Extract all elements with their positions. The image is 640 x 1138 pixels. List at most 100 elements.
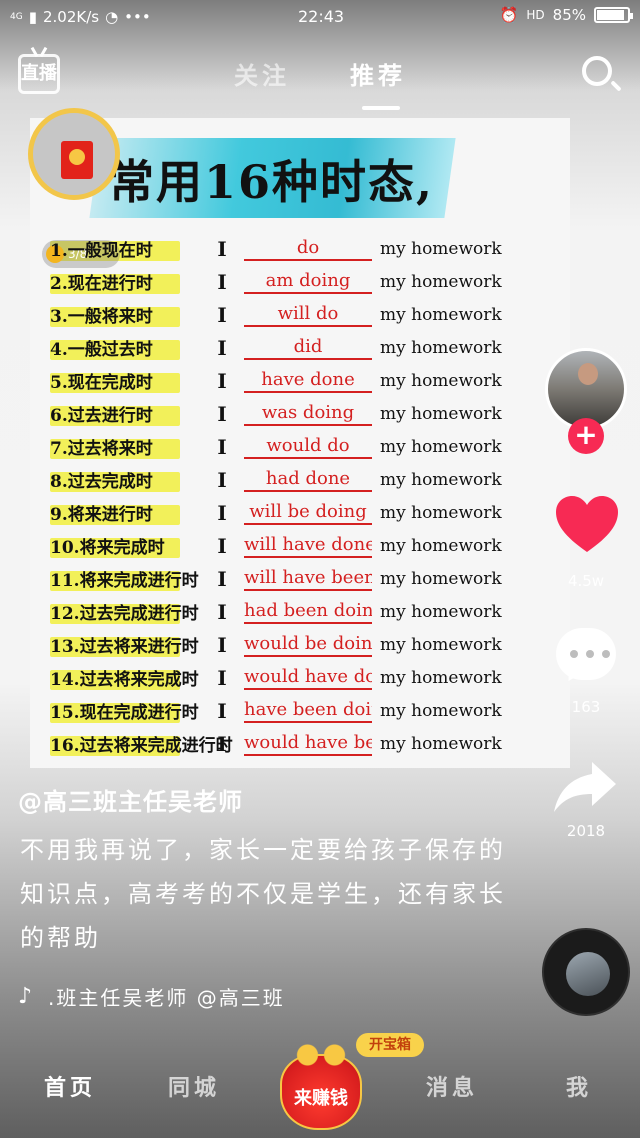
tense-name-text: 11.将来完成进行时 <box>50 571 199 591</box>
earn-button[interactable]: 来赚钱 <box>280 1044 362 1132</box>
tense-verb: would have done <box>244 666 372 690</box>
video-title: 常用16种时态, <box>108 155 435 209</box>
hd-indicator: HD <box>526 8 545 22</box>
tense-subject: I <box>217 401 227 426</box>
tense-row: 8.过去完成时 Ihad done my homework <box>50 463 560 496</box>
tense-verb: will have done <box>244 534 372 558</box>
top-nav: 直播 关注 推荐 <box>0 42 640 112</box>
tense-name: 3.一般将来时 <box>50 302 200 327</box>
tense-subject: I <box>217 533 227 558</box>
author-name[interactable]: @高三班主任吴老师 <box>18 782 243 817</box>
net-speed: 2.02K/s <box>42 8 100 26</box>
tense-row: 6.过去进行时 Iwas doing my homework <box>50 397 560 430</box>
tense-verb: will do <box>244 303 372 327</box>
tense-verb: have been doing <box>244 699 372 723</box>
tense-name-text: 14.过去将来完成时 <box>50 670 199 690</box>
more-dots: ••• <box>124 8 151 26</box>
tense-name-text: 12.过去完成进行时 <box>50 604 199 624</box>
tense-name-text: 5.现在完成时 <box>50 373 153 393</box>
music-row[interactable]: ♪ .班主任吴老师 @高三班 <box>18 982 285 1011</box>
tense-row: 2.现在进行时 Iam doing my homework <box>50 265 560 298</box>
status-time: 22:43 <box>298 7 345 26</box>
nav-messages[interactable]: 消息 <box>426 1070 478 1102</box>
tense-subject: I <box>217 467 227 492</box>
tense-object: my homework <box>380 502 502 523</box>
tense-name: 11.将来完成进行时 <box>50 566 200 591</box>
tense-name-text: 13.过去将来进行时 <box>50 637 199 657</box>
red-packet-timer[interactable] <box>28 108 120 200</box>
like-count: 4.5w <box>567 572 605 590</box>
tense-row: 3.一般将来时 Iwill do my homework <box>50 298 560 331</box>
tense-name: 16.过去将来完成进行时 <box>50 731 233 756</box>
tense-subject: I <box>217 632 227 657</box>
tense-subject: I <box>217 236 227 261</box>
comment-count: 163 <box>571 698 601 716</box>
tense-verb: did <box>244 336 372 360</box>
tense-name: 10.将来完成时 <box>50 533 200 558</box>
tense-name: 14.过去将来完成时 <box>50 665 200 690</box>
follow-button[interactable]: + <box>568 418 604 454</box>
search-icon[interactable] <box>582 56 612 86</box>
earn-label: 来赚钱 <box>294 1088 348 1109</box>
treasure-badge[interactable]: 开宝箱 <box>356 1033 424 1057</box>
tense-row: 9.将来进行时 Iwill be doing my homework <box>50 496 560 529</box>
tense-subject: I <box>217 698 227 723</box>
tense-object: my homework <box>380 304 502 325</box>
tense-object: my homework <box>380 238 502 259</box>
tense-row: 10.将来完成时 Iwill have done my homework <box>50 529 560 562</box>
tense-verb: have done <box>244 369 372 393</box>
share-count: 2018 <box>566 822 606 840</box>
tense-name: 12.过去完成进行时 <box>50 599 200 624</box>
tense-name: 9.将来进行时 <box>50 500 200 525</box>
tense-name-text: 9.将来进行时 <box>50 505 153 525</box>
battery-icon <box>594 7 633 23</box>
tense-object: my homework <box>380 403 502 424</box>
post-caption: 不用我再说了，家长一定要给孩子保存的知识点，高考考的不仅是学生，还有家长的帮助 <box>20 836 506 952</box>
tense-name-text: 3.一般将来时 <box>50 307 153 327</box>
status-bar: 4G ▮ 2.02K/s ◔ ••• 22:43 ⏰ HD 85% <box>0 0 640 34</box>
comment-icon[interactable] <box>556 628 616 680</box>
wifi-icon: ◔ <box>105 8 119 26</box>
tense-subject: I <box>217 434 227 459</box>
tense-row: 5.现在完成时 Ihave done my homework <box>50 364 560 397</box>
tense-object: my homework <box>380 700 502 721</box>
tense-row: 15.现在完成进行时 Ihave been doing my homework <box>50 694 560 727</box>
tense-verb: will be doing <box>244 501 372 525</box>
coins-icon <box>294 1044 348 1066</box>
signal-indicator: 4G <box>10 11 23 22</box>
tense-name-text: 7.过去将来时 <box>50 439 153 459</box>
tense-object: my homework <box>380 271 502 292</box>
tense-verb: do <box>244 237 372 261</box>
tab-follow[interactable]: 关注 <box>234 56 290 91</box>
nav-home[interactable]: 首页 <box>44 1070 96 1102</box>
tense-name-text: 6.过去进行时 <box>50 406 153 426</box>
tense-subject: I <box>217 665 227 690</box>
tense-object: my homework <box>380 469 502 490</box>
nav-me[interactable]: 我 <box>566 1070 592 1102</box>
tense-verb: would be doing <box>244 633 372 657</box>
nav-city[interactable]: 同城 <box>168 1070 220 1102</box>
tense-row: 4.一般过去时 Idid my homework <box>50 331 560 364</box>
tense-name-text: 4.一般过去时 <box>50 340 153 360</box>
tense-subject: I <box>217 599 227 624</box>
tense-subject: I <box>217 269 227 294</box>
tense-object: my homework <box>380 568 502 589</box>
tense-row: 14.过去将来完成时 Iwould have done my homework <box>50 661 560 694</box>
active-tab-indicator <box>362 106 400 110</box>
tense-name: 2.现在进行时 <box>50 269 200 294</box>
tense-name-text: 16.过去将来完成进行时 <box>50 736 233 756</box>
tense-name: 5.现在完成时 <box>50 368 200 393</box>
share-icon[interactable] <box>552 758 618 814</box>
music-disc[interactable] <box>542 928 630 1016</box>
tense-object: my homework <box>380 634 502 655</box>
tense-object: my homework <box>380 370 502 391</box>
heart-icon[interactable] <box>554 494 620 554</box>
tense-verb: am doing <box>244 270 372 294</box>
tense-object: my homework <box>380 601 502 622</box>
tense-name: 13.过去将来进行时 <box>50 632 200 657</box>
tense-name: 15.现在完成进行时 <box>50 698 200 723</box>
tab-recommend[interactable]: 推荐 <box>350 56 406 91</box>
tense-verb: had done <box>244 468 372 492</box>
music-note-icon: ♪ <box>18 983 33 1009</box>
live-icon[interactable]: 直播 <box>18 54 60 94</box>
